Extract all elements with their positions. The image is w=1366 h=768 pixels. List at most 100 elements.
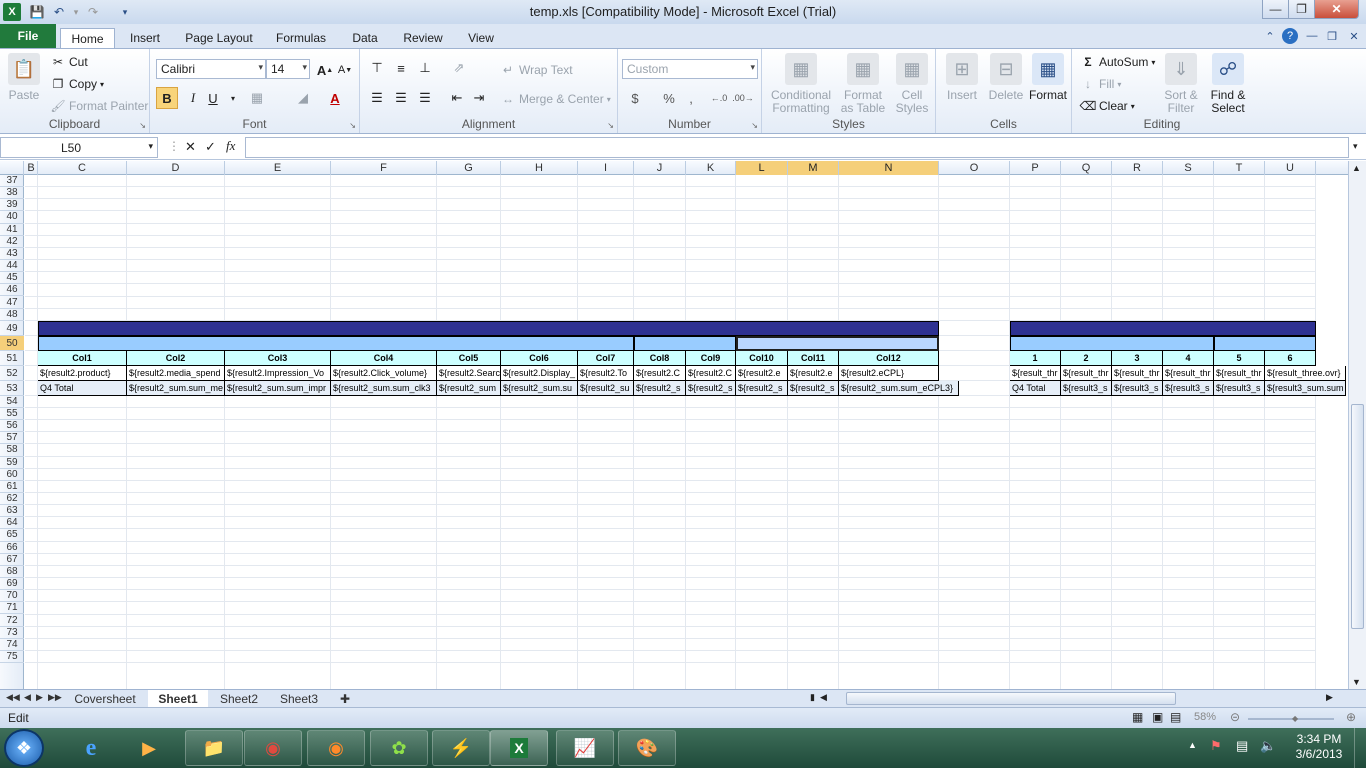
select-all-corner[interactable] — [0, 161, 24, 175]
copy-button[interactable]: ❐ Copy ▾ — [50, 76, 104, 92]
row-header[interactable]: 47 — [0, 297, 24, 309]
explorer-icon[interactable]: 📁 — [185, 730, 243, 766]
align-top-icon[interactable]: ⊤ — [366, 57, 388, 79]
format-as-table-button[interactable]: ▦ Format as Table — [838, 53, 888, 115]
row-header[interactable]: 75 — [0, 651, 24, 664]
minimize-ribbon-icon[interactable]: ⌃ — [1262, 28, 1278, 44]
underline-button[interactable]: U — [202, 87, 224, 109]
cut-button[interactable]: ✂ Cut — [50, 54, 88, 70]
insert-sheet-icon[interactable]: ✚ — [332, 690, 358, 707]
row-header[interactable]: 54 — [0, 396, 24, 408]
cell[interactable]: 6 — [1265, 350, 1316, 366]
cell[interactable]: Col7 — [578, 350, 634, 366]
horizontal-scroll-thumb[interactable] — [846, 692, 1176, 705]
align-center-icon[interactable]: ☰ — [390, 87, 412, 109]
cell[interactable]: ${result2_sum.sum_impr — [225, 380, 331, 396]
merge-center-button[interactable]: ↔ Merge & Center ▾ — [500, 91, 611, 107]
cell[interactable]: Col2 — [127, 350, 225, 366]
format-cells-button[interactable]: ▦ Format — [1026, 53, 1070, 102]
next-sheet-icon[interactable]: ▶ — [36, 692, 43, 703]
italic-button[interactable]: I — [182, 87, 204, 109]
selected-cell-range[interactable] — [736, 335, 939, 351]
underline-dropdown-icon[interactable]: ▾ — [222, 87, 244, 109]
column-header[interactable]: T — [1214, 161, 1265, 175]
zoom-slider-thumb-icon[interactable]: ◆ — [1292, 714, 1298, 723]
expand-formula-bar-icon[interactable]: ▾ — [1353, 141, 1358, 152]
scroll-down-icon[interactable]: ▼ — [1352, 677, 1361, 687]
cell[interactable]: ${result2.e — [736, 365, 788, 381]
column-header[interactable]: U — [1265, 161, 1316, 175]
firefox-icon[interactable]: ◉ — [307, 730, 365, 766]
align-right-icon[interactable]: ☰ — [414, 87, 436, 109]
cell[interactable]: ${result2.Display_ — [501, 365, 578, 381]
worksheet-grid[interactable]: BCDEFGHIJKLMNOPQRSTU 37 38 39 40 41 42 43 44 45 4… — [0, 161, 1348, 689]
cell[interactable]: ${result_thr — [1163, 365, 1214, 381]
formula-input[interactable] — [245, 137, 1349, 158]
tab-page-layout[interactable]: Page Layout — [180, 28, 258, 48]
table2-subheader-left[interactable] — [1010, 335, 1214, 351]
cell[interactable]: ${result2_s — [736, 380, 788, 396]
column-header[interactable]: I — [578, 161, 634, 175]
table1-subheader-mid[interactable] — [634, 335, 736, 351]
dialog-launcher-icon[interactable]: ↘ — [349, 121, 356, 130]
row-header[interactable]: 43 — [0, 248, 24, 261]
vertical-scrollbar[interactable]: ▲ ▼ — [1348, 161, 1366, 689]
cell[interactable]: ${result2_s — [686, 380, 736, 396]
table2-title-row[interactable] — [1010, 320, 1316, 336]
format-painter-button[interactable]: 🖌 Format Painter — [50, 98, 148, 114]
tab-review[interactable]: Review — [398, 28, 448, 48]
decrease-decimal-icon[interactable]: .00→ — [732, 87, 754, 109]
row-header[interactable]: 73 — [0, 627, 24, 639]
align-middle-icon[interactable]: ≡ — [390, 57, 412, 79]
table1-title-row[interactable] — [38, 320, 939, 336]
row-header[interactable]: 66 — [0, 542, 24, 554]
column-header[interactable]: C — [38, 161, 127, 175]
cell[interactable]: ${result_thr — [1112, 365, 1163, 381]
cell[interactable]: ${result2_sum.sum_eCPL3} — [839, 380, 959, 396]
orientation-icon[interactable]: ⇗ — [448, 57, 470, 79]
cell[interactable]: ${result_thr — [1214, 365, 1265, 381]
dialog-launcher-icon[interactable]: ↘ — [607, 121, 614, 130]
row-header[interactable]: 48 — [0, 309, 24, 321]
zoom-level[interactable]: 58% — [1194, 711, 1216, 723]
cell[interactable]: ${result2_su — [578, 380, 634, 396]
row-header[interactable]: 57 — [0, 432, 24, 445]
row-header[interactable]: 69 — [0, 578, 24, 591]
number-format-combo[interactable]: Custom ▾ — [622, 59, 758, 79]
row-header[interactable]: 64 — [0, 517, 24, 530]
row-header[interactable]: 45 — [0, 272, 24, 285]
cell[interactable]: ${result2.To — [578, 365, 634, 381]
column-header[interactable]: F — [331, 161, 437, 175]
dialog-launcher-icon[interactable]: ↘ — [751, 121, 758, 130]
dialog-launcher-icon[interactable]: ↘ — [139, 121, 146, 130]
tab-view[interactable]: View — [460, 28, 502, 48]
column-header[interactable]: Q — [1061, 161, 1112, 175]
column-header[interactable]: H — [501, 161, 578, 175]
tab-split-icon[interactable]: ▮ — [810, 692, 815, 703]
cell[interactable]: ${result2_sum.su — [501, 380, 578, 396]
app-green-icon[interactable]: ✿ — [370, 730, 428, 766]
sheet-tab-sheet2[interactable]: Sheet2 — [210, 690, 268, 707]
cell[interactable]: ${result2.e — [788, 365, 839, 381]
font-name-combo[interactable]: Calibri ▾ — [156, 59, 266, 79]
zoom-slider[interactable] — [1248, 718, 1334, 720]
start-button[interactable]: ❖ — [4, 729, 44, 767]
row-header[interactable]: 71 — [0, 602, 24, 615]
cell[interactable]: ${result2.Click_volume} — [331, 365, 437, 381]
align-bottom-icon[interactable]: ⊥ — [414, 57, 436, 79]
paint-icon[interactable]: 🎨 — [618, 730, 676, 766]
bold-button[interactable]: B — [156, 87, 178, 109]
sort-filter-button[interactable]: ⇓ Sort & Filter — [1158, 53, 1204, 115]
table1-subheader-left[interactable] — [38, 335, 634, 351]
workbook-close-icon[interactable]: ✕ — [1346, 28, 1362, 44]
table2-subheader-right[interactable] — [1214, 335, 1316, 351]
cancel-icon[interactable]: ✕ — [185, 139, 196, 155]
row-header[interactable]: 44 — [0, 260, 24, 273]
row-header[interactable]: 38 — [0, 187, 24, 200]
cell[interactable]: Col8 — [634, 350, 686, 366]
cell[interactable]: ${result_thr — [1061, 365, 1112, 381]
cell[interactable]: Col5 — [437, 350, 501, 366]
cell[interactable]: ${result2_sum — [437, 380, 501, 396]
column-header[interactable]: L — [736, 161, 788, 175]
cell[interactable]: 3 — [1112, 350, 1163, 366]
